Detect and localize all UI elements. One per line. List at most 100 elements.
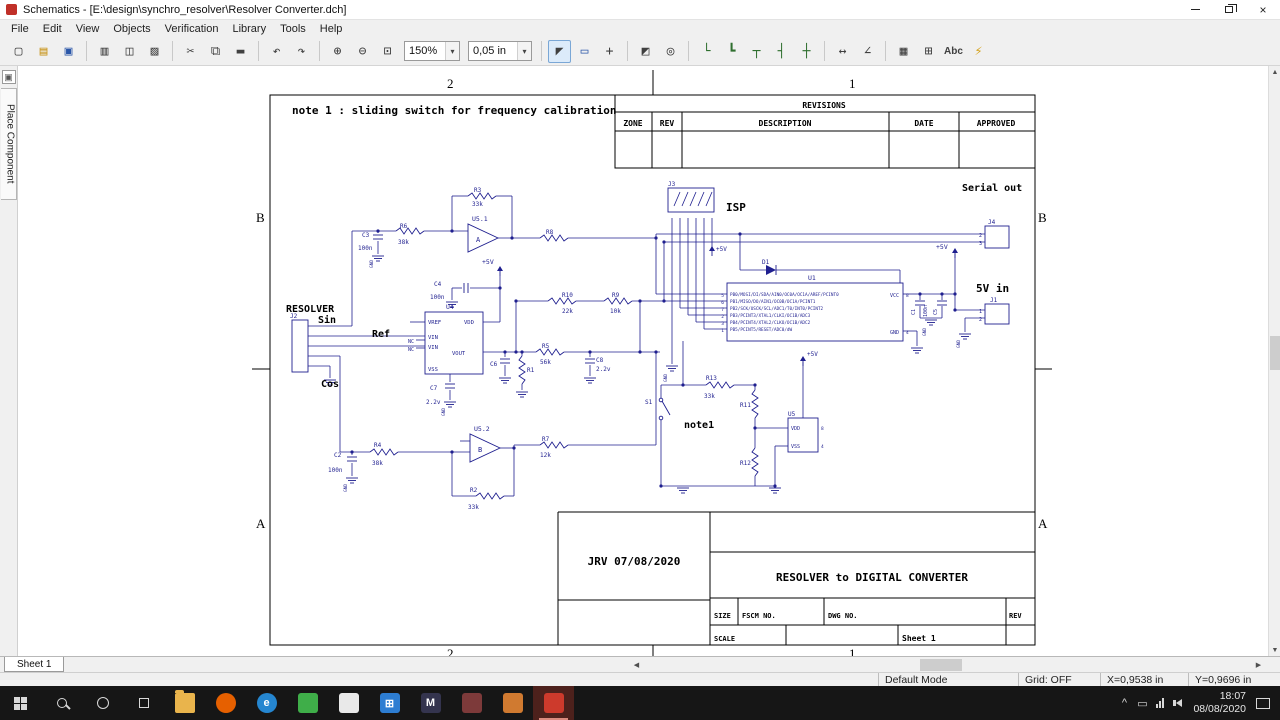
component-panel-button[interactable]: ◩ xyxy=(634,40,657,63)
close-button[interactable]: × xyxy=(1246,0,1280,20)
cut-button[interactable]: ✂ xyxy=(179,40,202,63)
minimize-button[interactable] xyxy=(1178,0,1212,20)
resistor-R13[interactable] xyxy=(705,381,735,389)
resistor-R5[interactable] xyxy=(535,348,565,356)
resistor-R11[interactable] xyxy=(751,389,759,419)
opamp-symbol[interactable] xyxy=(467,223,500,253)
taskbar-app-notepad[interactable] xyxy=(328,686,369,720)
power-5v-symbol xyxy=(952,248,958,253)
print-button[interactable]: ▥ xyxy=(93,40,116,63)
resistor-R8[interactable] xyxy=(539,234,569,242)
tray-generic-icon[interactable]: ▭ xyxy=(1133,686,1151,720)
taskbar-app-schematics[interactable] xyxy=(533,686,574,720)
export-button[interactable]: ▨ xyxy=(143,40,166,63)
table-button[interactable]: ▦ xyxy=(892,40,915,63)
taskbar-app-green-app[interactable] xyxy=(287,686,328,720)
opamp-symbol[interactable] xyxy=(469,433,502,463)
open-button[interactable]: ▤ xyxy=(32,40,55,63)
scroll-down-arrow[interactable]: ▼ xyxy=(1269,644,1280,656)
find-button[interactable]: ◎ xyxy=(659,40,682,63)
start-button[interactable] xyxy=(0,686,41,720)
taskbar-app-dark-red-app[interactable] xyxy=(451,686,492,720)
menu-view[interactable]: View xyxy=(69,22,107,36)
resistor-R1[interactable] xyxy=(518,355,526,385)
place-bus-button[interactable]: ┗ xyxy=(720,40,743,63)
action-center-button[interactable] xyxy=(1256,697,1270,709)
convert-button[interactable]: ⚡ xyxy=(967,40,990,63)
zoom-out-button[interactable]: ⊖ xyxy=(351,40,374,63)
menu-library[interactable]: Library xyxy=(225,22,273,36)
menu-tools[interactable]: Tools xyxy=(273,22,313,36)
resistor-R12[interactable] xyxy=(751,447,759,477)
menu-help[interactable]: Help xyxy=(313,22,350,36)
save-button[interactable]: ▣ xyxy=(57,40,80,63)
vertical-scrollbar[interactable]: ▲ ▼ xyxy=(1268,66,1280,656)
diode-D1[interactable] xyxy=(766,265,776,275)
chevron-down-icon[interactable]: ▾ xyxy=(445,42,459,60)
cortana-icon xyxy=(96,697,109,709)
task-view-button[interactable] xyxy=(123,686,164,720)
zoom-window-button[interactable]: ⊡ xyxy=(376,40,399,63)
tray-overflow-button[interactable]: ^ xyxy=(1115,686,1133,720)
angle-dimension-button[interactable]: ∠ xyxy=(856,40,879,63)
component-J3[interactable] xyxy=(667,187,715,213)
zoom-window-icon: ⊡ xyxy=(383,43,392,59)
component-J1[interactable] xyxy=(984,303,1010,325)
net-port-button[interactable]: ┤ xyxy=(770,40,793,63)
resistor-R4[interactable] xyxy=(369,448,399,456)
place-component-tab[interactable]: Place Component xyxy=(0,88,17,200)
menu-file[interactable]: File xyxy=(4,22,36,36)
switch-S1[interactable] xyxy=(658,415,664,421)
taskbar-app-edge[interactable]: e xyxy=(246,686,287,720)
chevron-down-icon[interactable]: ▾ xyxy=(517,42,531,60)
menu-verification[interactable]: Verification xyxy=(158,22,226,36)
taskbar-app-orange-app[interactable] xyxy=(492,686,533,720)
place-origin-button[interactable]: + xyxy=(598,40,621,63)
zoom-in-button[interactable]: ⊕ xyxy=(326,40,349,63)
place-text-button[interactable]: Abc xyxy=(942,40,965,63)
wire-junction xyxy=(953,292,957,296)
new-button[interactable]: ▢ xyxy=(7,40,30,63)
cortana-button[interactable] xyxy=(82,686,123,720)
place-wire-button[interactable]: └ xyxy=(695,40,718,63)
restore-button[interactable] xyxy=(1212,0,1246,20)
box-select-button[interactable]: ▭ xyxy=(573,40,596,63)
schematic-canvas[interactable]: 2 1 B A B A 2 1 REVISIONS ZONE REV DESCRIPTION DATE A… xyxy=(18,66,1268,656)
add-sheet-button[interactable]: ⊞ xyxy=(917,40,940,63)
component-J4[interactable] xyxy=(984,225,1010,249)
network-icon[interactable] xyxy=(1151,686,1169,720)
paste-button[interactable]: ▬ xyxy=(229,40,252,63)
taskbar-search-button[interactable] xyxy=(41,686,82,720)
horizontal-scroll-thumb[interactable] xyxy=(920,659,962,671)
undo-button[interactable]: ↶ xyxy=(265,40,288,63)
redo-button[interactable]: ↷ xyxy=(290,40,313,63)
cut-icon: ✂ xyxy=(186,43,195,59)
vertical-scroll-thumb[interactable] xyxy=(1270,336,1280,370)
scroll-left-arrow[interactable]: ◀ xyxy=(630,659,643,671)
sheet-tab[interactable]: Sheet 1 xyxy=(4,657,65,672)
taskbar-app-firefox[interactable] xyxy=(205,686,246,720)
zoom-level-combo[interactable]: 150% ▾ xyxy=(404,41,460,61)
horizontal-scrollbar[interactable]: ◀ ▶ xyxy=(630,658,1266,672)
taskbar-app-store[interactable]: ⊞ xyxy=(369,686,410,720)
dimension-button[interactable]: ↔ xyxy=(831,40,854,63)
taskbar-app-file-explorer[interactable] xyxy=(164,686,205,720)
wire-junction xyxy=(654,350,658,354)
menu-edit[interactable]: Edit xyxy=(36,22,69,36)
volume-icon[interactable] xyxy=(1169,686,1187,720)
resistor-R2[interactable] xyxy=(475,492,505,500)
select-button[interactable]: ◤ xyxy=(548,39,571,63)
grid-step-combo[interactable]: 0,05 in ▾ xyxy=(468,41,532,61)
m-app-icon: M xyxy=(420,693,441,713)
taskbar-app-m-app[interactable]: M xyxy=(410,686,451,720)
scroll-right-arrow[interactable]: ▶ xyxy=(1252,659,1265,671)
place-junction-button[interactable]: ┼ xyxy=(795,40,818,63)
print-preview-button[interactable]: ◫ xyxy=(118,40,141,63)
bus-connection-button[interactable]: ┬ xyxy=(745,40,768,63)
menu-objects[interactable]: Objects xyxy=(106,22,157,36)
resistor-R3[interactable] xyxy=(467,192,497,200)
taskbar-clock[interactable]: 18:07 08/08/2020 xyxy=(1187,690,1254,716)
scroll-up-arrow[interactable]: ▲ xyxy=(1269,66,1280,78)
component-J2[interactable] xyxy=(291,319,309,373)
copy-button[interactable]: ⧉ xyxy=(204,40,227,63)
